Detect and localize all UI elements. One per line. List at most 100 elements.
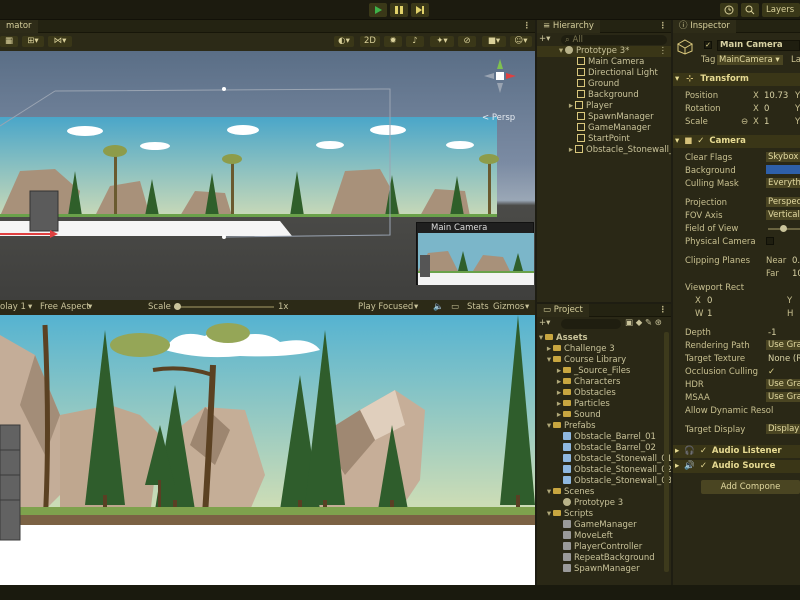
expand-arrow-icon[interactable]: ▾ (545, 355, 553, 366)
audio-toggle-icon[interactable]: ♪ (406, 36, 424, 47)
step-button[interactable] (411, 3, 429, 17)
active-checkbox[interactable]: ✓ (704, 41, 712, 49)
search-button[interactable] (741, 3, 759, 17)
hierarchy-scene-row[interactable]: ▾ Prototype 3* ⋮ (537, 46, 671, 57)
persp-label[interactable]: < Persp (482, 113, 515, 123)
hierarchy-item[interactable]: Main Camera (537, 57, 671, 68)
near-value[interactable]: 0. (792, 256, 800, 266)
scene-menu-icon[interactable]: ⋮ (523, 20, 532, 33)
hierarchy-item[interactable]: Ground (537, 79, 671, 90)
project-item[interactable]: ▸ Challenge 3 (537, 344, 671, 355)
hierarchy-item[interactable]: Directional Light (537, 68, 671, 79)
aspect-dropdown[interactable]: Free Aspect (40, 300, 90, 315)
projection-dropdown[interactable]: Perspec (766, 197, 800, 207)
physical-camera-checkbox[interactable] (766, 237, 774, 245)
project-item[interactable]: PlayerController (537, 542, 671, 553)
scale-x-value[interactable]: 1 (764, 117, 769, 127)
hierarchy-item[interactable]: GameManager (537, 123, 671, 134)
scale-slider[interactable] (174, 303, 274, 310)
project-item[interactable]: SpawnManager (537, 564, 671, 575)
tag-dropdown[interactable]: MainCamera ▾ (717, 55, 783, 65)
add-component-button[interactable]: Add Compone (701, 480, 800, 494)
layers-dropdown[interactable]: Layers (762, 3, 800, 17)
transform-header[interactable]: ▾ ⊹ Transform (673, 73, 800, 86)
hierarchy-menu-icon[interactable]: ⋮ (659, 20, 668, 33)
expand-arrow-icon[interactable]: ▸ (555, 377, 563, 388)
viewport-x-value[interactable]: 0 (707, 296, 712, 306)
rotation-x-value[interactable]: 0 (764, 104, 769, 114)
project-item[interactable]: ▸ Sound (537, 410, 671, 421)
gizmos-icon[interactable]: ☺▾ (510, 36, 532, 47)
scale-slider-handle[interactable] (174, 303, 181, 310)
hierarchy-scene-menu-icon[interactable]: ⋮ (659, 46, 668, 57)
expand-arrow-icon[interactable]: ▾ (545, 509, 553, 520)
project-search-input[interactable] (561, 319, 621, 329)
play-focused-dropdown[interactable]: Play Focused (358, 300, 413, 315)
shading-mode-button[interactable]: ◐▾ (334, 36, 354, 47)
project-item[interactable]: GameManager (537, 520, 671, 531)
project-item[interactable]: ▾ Prefabs (537, 421, 671, 432)
project-menu-icon[interactable]: ⋮ (659, 304, 668, 317)
project-item[interactable]: ▸ _Source_Files (537, 366, 671, 377)
project-item[interactable]: ▸ Particles (537, 399, 671, 410)
effects-icon[interactable]: ✦▾ (430, 36, 454, 47)
rendering-path-dropdown[interactable]: Use Gra (766, 340, 800, 350)
clear-flags-dropdown[interactable]: Skybox (766, 152, 800, 162)
expand-arrow-icon[interactable]: ▸ (555, 388, 563, 399)
viewport-w-value[interactable]: 1 (707, 309, 712, 319)
audio-listener-check[interactable]: ✓ (700, 446, 707, 456)
field-of-view-handle[interactable] (780, 225, 787, 232)
msaa-dropdown[interactable]: Use Gra (766, 392, 800, 402)
assets-expand-icon[interactable]: ▾ (537, 333, 545, 344)
tab-inspector[interactable]: ⓘ Inspector (673, 20, 736, 33)
hdr-dropdown[interactable]: Use Gra (766, 379, 800, 389)
expand-arrow-icon[interactable]: ▸ (555, 366, 563, 377)
audio-source-header[interactable]: ▸ 🔊 ✓ Audio Source (673, 460, 800, 473)
expand-arrow-icon[interactable]: ▾ (545, 421, 553, 432)
expand-arrow-icon[interactable]: ▸ (567, 101, 575, 112)
history-button[interactable] (720, 3, 738, 17)
expand-arrow-icon[interactable]: ▸ (555, 399, 563, 410)
target-texture-value[interactable]: None (Re (768, 354, 800, 364)
aspect-grid-icon[interactable]: ▭ (451, 300, 459, 315)
lighting-icon[interactable]: ✹ (384, 36, 402, 47)
scene-tool-grid[interactable]: ▦ (0, 36, 18, 47)
project-item[interactable]: Obstacle_Stonewall_03 (537, 476, 671, 487)
expand-arrow-icon[interactable]: ▸ (545, 344, 553, 355)
project-item[interactable]: Prototype 3 (537, 498, 671, 509)
display-dropdown[interactable]: olay 1 (0, 300, 26, 315)
depth-value[interactable]: -1 (768, 328, 776, 338)
fov-axis-dropdown[interactable]: Vertical (766, 210, 800, 220)
object-name-input[interactable]: Main Camera (717, 40, 800, 51)
culling-mask-dropdown[interactable]: Everythi (766, 178, 800, 188)
scene-viewport[interactable]: < Persp Main Camera (0, 51, 535, 300)
expand-arrow-icon[interactable]: ▸ (555, 410, 563, 421)
project-scrollbar[interactable] (664, 332, 669, 572)
project-item[interactable]: RepeatBackground (537, 553, 671, 564)
scale-link-icon[interactable]: ⊖ (741, 117, 748, 127)
hierarchy-item[interactable]: SpawnManager (537, 112, 671, 123)
tab-project[interactable]: ▭ Project (537, 304, 589, 317)
game-viewport[interactable] (0, 315, 535, 585)
scene-orientation-gizmo[interactable] (482, 57, 518, 97)
audio-source-check[interactable]: ✓ (700, 461, 707, 471)
mode-2d-button[interactable]: 2D (360, 36, 380, 47)
camera-enabled-check[interactable]: ✓ (697, 136, 704, 146)
scene-tool-increment[interactable]: ⋈▾ (48, 36, 72, 47)
hidden-objects-icon[interactable]: ⊘ (458, 36, 476, 47)
hierarchy-item[interactable]: ▸ Player (537, 101, 671, 112)
project-assets-root[interactable]: ▾ Assets (537, 333, 671, 344)
mute-audio-icon[interactable]: 🔈 (433, 300, 444, 315)
camera-settings-icon[interactable]: ■▾ (482, 36, 506, 47)
tab-animator[interactable]: mator (0, 20, 38, 33)
project-item[interactable]: Obstacle_Barrel_01 (537, 432, 671, 443)
hierarchy-search-input[interactable]: ⌕ All (561, 35, 667, 45)
camera-header[interactable]: ▾ ■ ✓ Camera (673, 135, 800, 148)
field-of-view-slider[interactable] (768, 225, 800, 232)
project-item[interactable]: MoveLeft (537, 531, 671, 542)
play-button[interactable] (369, 3, 387, 17)
project-item[interactable]: ▸ Obstacles (537, 388, 671, 399)
expand-arrow-icon[interactable]: ▸ (567, 145, 575, 156)
project-item[interactable]: Obstacle_Stonewall_01 (537, 454, 671, 465)
hierarchy-item[interactable]: Background (537, 90, 671, 101)
